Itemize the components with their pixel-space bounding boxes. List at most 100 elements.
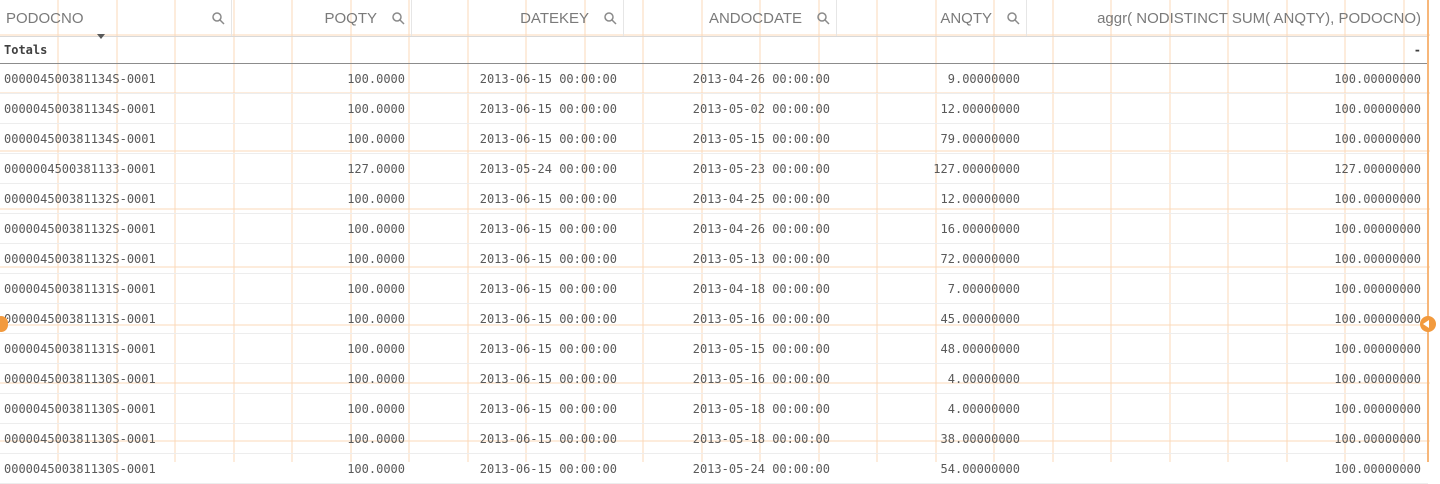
- cell-andocdate[interactable]: 2013-05-15 00:00:00: [624, 334, 837, 363]
- cell-andocdate[interactable]: 2013-04-26 00:00:00: [624, 64, 837, 93]
- table-row[interactable]: 000004500381131S-0001 100.0000 2013-06-15 …: [0, 334, 1428, 364]
- cell-poqty[interactable]: 100.0000: [232, 364, 412, 393]
- cell-datekey[interactable]: 2013-05-24 00:00:00: [412, 154, 624, 183]
- cell-andocdate[interactable]: 2013-05-15 00:00:00: [624, 124, 837, 153]
- cell-poqty[interactable]: 100.0000: [232, 64, 412, 93]
- cell-datekey[interactable]: 2013-06-15 00:00:00: [412, 394, 624, 423]
- cell-aggr[interactable]: 100.00000000: [1027, 334, 1428, 363]
- cell-andocdate[interactable]: 2013-05-23 00:00:00: [624, 154, 837, 183]
- cell-andocdate[interactable]: 2013-05-18 00:00:00: [624, 424, 837, 453]
- cell-aggr[interactable]: 127.00000000: [1027, 154, 1428, 183]
- table-row[interactable]: 000004500381130S-0001 100.0000 2013-06-15 …: [0, 364, 1428, 394]
- cell-anqty[interactable]: 45.00000000: [837, 304, 1027, 333]
- cell-datekey[interactable]: 2013-06-15 00:00:00: [412, 364, 624, 393]
- cell-aggr[interactable]: 100.00000000: [1027, 394, 1428, 423]
- cell-anqty[interactable]: 38.00000000: [837, 424, 1027, 453]
- table-row[interactable]: 0000004500381133-0001 127.0000 2013-05-24 …: [0, 154, 1428, 184]
- cell-datekey[interactable]: 2013-06-15 00:00:00: [412, 274, 624, 303]
- table-row[interactable]: 000004500381131S-0001 100.0000 2013-06-15 …: [0, 274, 1428, 304]
- column-header-podocno[interactable]: PODOCNO: [0, 0, 232, 39]
- table-row[interactable]: 000004500381134S-0001 100.0000 2013-06-15 …: [0, 124, 1428, 154]
- search-icon[interactable]: [816, 11, 830, 25]
- cell-andocdate[interactable]: 2013-05-24 00:00:00: [624, 454, 837, 483]
- cell-datekey[interactable]: 2013-06-15 00:00:00: [412, 424, 624, 453]
- cell-anqty[interactable]: 4.00000000: [837, 394, 1027, 423]
- cell-datekey[interactable]: 2013-06-15 00:00:00: [412, 64, 624, 93]
- cell-anqty[interactable]: 12.00000000: [837, 184, 1027, 213]
- table-row[interactable]: 000004500381132S-0001 100.0000 2013-06-15 …: [0, 244, 1428, 274]
- cell-poqty[interactable]: 100.0000: [232, 304, 412, 333]
- search-icon[interactable]: [391, 11, 405, 25]
- column-header-datekey[interactable]: DATEKEY: [412, 0, 624, 36]
- cell-podocno[interactable]: 000004500381132S-0001: [0, 244, 232, 273]
- cell-poqty[interactable]: 100.0000: [232, 124, 412, 153]
- cell-podocno[interactable]: 0000004500381133-0001: [0, 154, 232, 183]
- cell-poqty[interactable]: 100.0000: [232, 394, 412, 423]
- table-row[interactable]: 000004500381132S-0001 100.0000 2013-06-15 …: [0, 184, 1428, 214]
- cell-andocdate[interactable]: 2013-05-18 00:00:00: [624, 394, 837, 423]
- column-header-andocdate[interactable]: ANDOCDATE: [624, 0, 837, 36]
- cell-anqty[interactable]: 127.00000000: [837, 154, 1027, 183]
- cell-anqty[interactable]: 54.00000000: [837, 454, 1027, 483]
- cell-andocdate[interactable]: 2013-04-26 00:00:00: [624, 214, 837, 243]
- table-row[interactable]: 000004500381130S-0001 100.0000 2013-06-15 …: [0, 394, 1428, 424]
- cell-datekey[interactable]: 2013-06-15 00:00:00: [412, 214, 624, 243]
- table-row[interactable]: 000004500381134S-0001 100.0000 2013-06-15 …: [0, 64, 1428, 94]
- cell-aggr[interactable]: 100.00000000: [1027, 64, 1428, 93]
- table-row[interactable]: 000004500381130S-0001 100.0000 2013-06-15 …: [0, 424, 1428, 454]
- cell-andocdate[interactable]: 2013-05-13 00:00:00: [624, 244, 837, 273]
- cell-andocdate[interactable]: 2013-05-16 00:00:00: [624, 304, 837, 333]
- cell-anqty[interactable]: 79.00000000: [837, 124, 1027, 153]
- cell-podocno[interactable]: 000004500381132S-0001: [0, 214, 232, 243]
- search-icon[interactable]: [603, 11, 617, 25]
- cell-podocno[interactable]: 000004500381130S-0001: [0, 364, 232, 393]
- cell-aggr[interactable]: 100.00000000: [1027, 364, 1428, 393]
- cell-datekey[interactable]: 2013-06-15 00:00:00: [412, 124, 624, 153]
- cell-anqty[interactable]: 4.00000000: [837, 364, 1027, 393]
- cell-podocno[interactable]: 000004500381130S-0001: [0, 454, 232, 483]
- cell-podocno[interactable]: 000004500381134S-0001: [0, 94, 232, 123]
- cell-podocno[interactable]: 000004500381130S-0001: [0, 394, 232, 423]
- cell-datekey[interactable]: 2013-06-15 00:00:00: [412, 334, 624, 363]
- cell-datekey[interactable]: 2013-06-15 00:00:00: [412, 244, 624, 273]
- cell-podocno[interactable]: 000004500381131S-0001: [0, 304, 232, 333]
- cell-poqty[interactable]: 100.0000: [232, 244, 412, 273]
- cell-aggr[interactable]: 100.00000000: [1027, 94, 1428, 123]
- cell-anqty[interactable]: 12.00000000: [837, 94, 1027, 123]
- cell-poqty[interactable]: 100.0000: [232, 424, 412, 453]
- table-row[interactable]: 000004500381132S-0001 100.0000 2013-06-15 …: [0, 214, 1428, 244]
- cell-podocno[interactable]: 000004500381131S-0001: [0, 274, 232, 303]
- cell-aggr[interactable]: 100.00000000: [1027, 304, 1428, 333]
- cell-aggr[interactable]: 100.00000000: [1027, 244, 1428, 273]
- cell-datekey[interactable]: 2013-06-15 00:00:00: [412, 304, 624, 333]
- cell-aggr[interactable]: 100.00000000: [1027, 454, 1428, 483]
- resize-handle-right[interactable]: [1420, 316, 1436, 332]
- cell-poqty[interactable]: 100.0000: [232, 184, 412, 213]
- cell-anqty[interactable]: 72.00000000: [837, 244, 1027, 273]
- cell-aggr[interactable]: 100.00000000: [1027, 214, 1428, 243]
- column-header-aggr-expression[interactable]: aggr( NODISTINCT SUM( ANQTY), PODOCNO): [1027, 0, 1428, 36]
- cell-aggr[interactable]: 100.00000000: [1027, 124, 1428, 153]
- cell-datekey[interactable]: 2013-06-15 00:00:00: [412, 454, 624, 483]
- cell-aggr[interactable]: 100.00000000: [1027, 274, 1428, 303]
- table-row[interactable]: 000004500381131S-0001 100.0000 2013-06-15 …: [0, 304, 1428, 334]
- cell-andocdate[interactable]: 2013-04-25 00:00:00: [624, 184, 837, 213]
- sort-descending-icon[interactable]: [97, 34, 105, 39]
- cell-andocdate[interactable]: 2013-05-02 00:00:00: [624, 94, 837, 123]
- cell-datekey[interactable]: 2013-06-15 00:00:00: [412, 94, 624, 123]
- cell-podocno[interactable]: 000004500381134S-0001: [0, 124, 232, 153]
- search-icon[interactable]: [1006, 11, 1020, 25]
- cell-datekey[interactable]: 2013-06-15 00:00:00: [412, 184, 624, 213]
- cell-podocno[interactable]: 000004500381134S-0001: [0, 64, 232, 93]
- cell-poqty[interactable]: 100.0000: [232, 454, 412, 483]
- cell-poqty[interactable]: 100.0000: [232, 214, 412, 243]
- cell-poqty[interactable]: 100.0000: [232, 274, 412, 303]
- cell-podocno[interactable]: 000004500381130S-0001: [0, 424, 232, 453]
- cell-anqty[interactable]: 16.00000000: [837, 214, 1027, 243]
- cell-anqty[interactable]: 7.00000000: [837, 274, 1027, 303]
- column-header-poqty[interactable]: POQTY: [232, 0, 412, 36]
- cell-poqty[interactable]: 100.0000: [232, 334, 412, 363]
- cell-anqty[interactable]: 48.00000000: [837, 334, 1027, 363]
- cell-aggr[interactable]: 100.00000000: [1027, 184, 1428, 213]
- table-row[interactable]: 000004500381134S-0001 100.0000 2013-06-15 …: [0, 94, 1428, 124]
